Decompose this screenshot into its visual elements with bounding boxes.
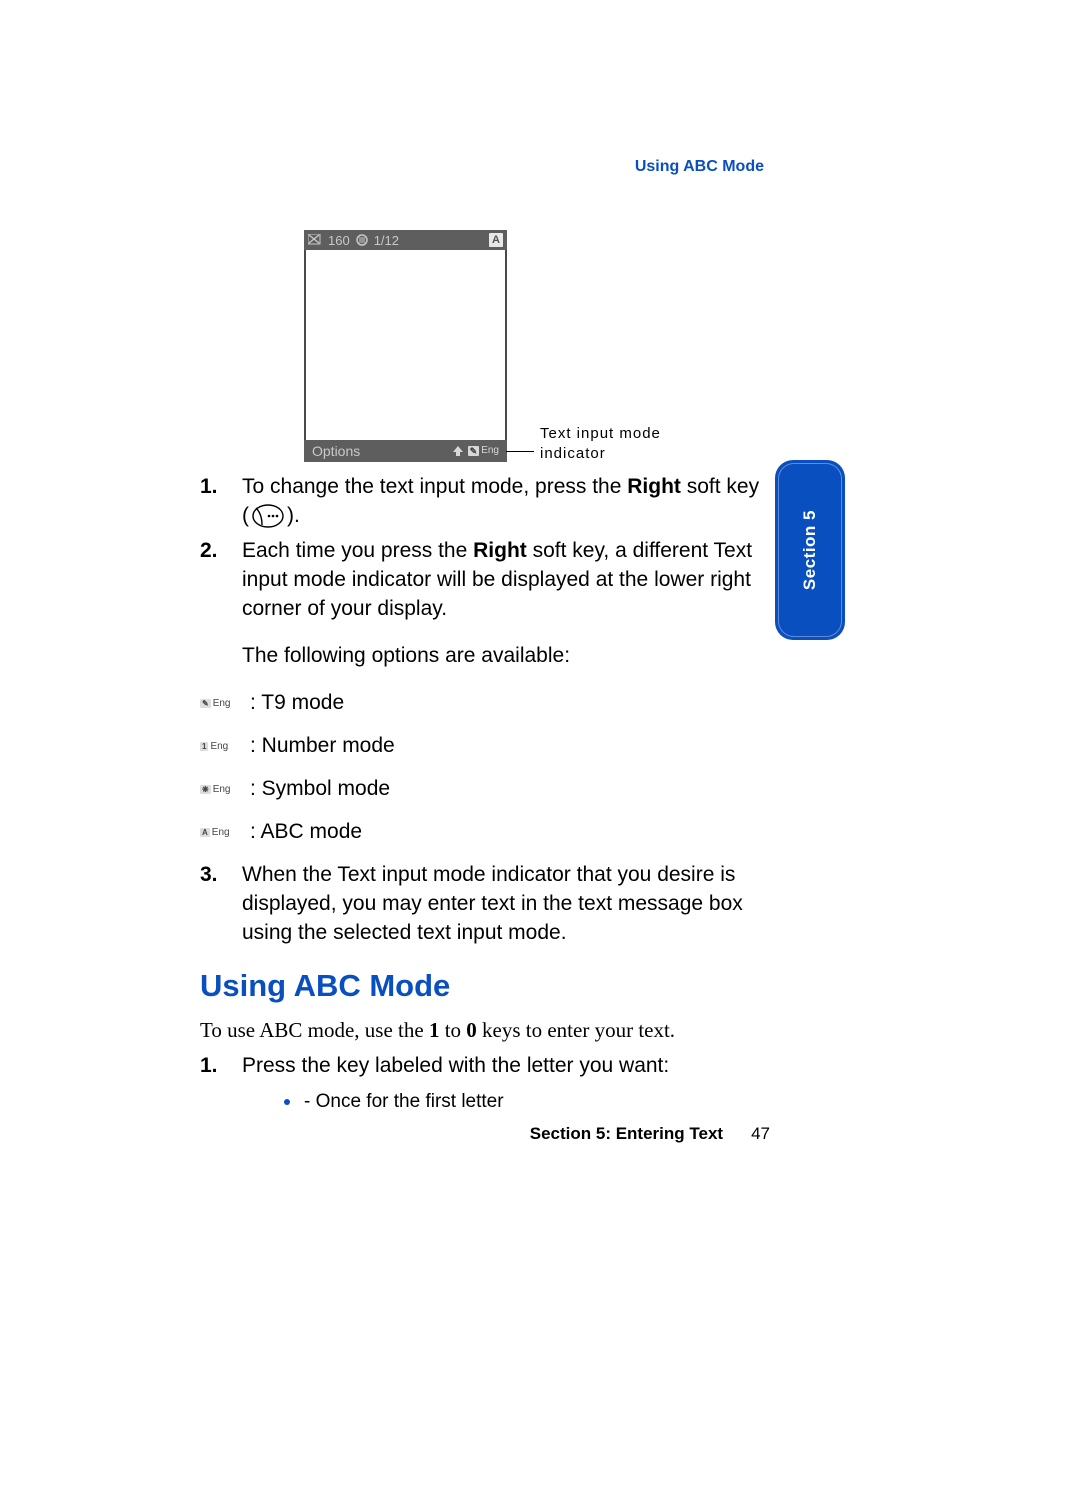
footer-section-label: Section 5: Entering Text — [530, 1124, 723, 1143]
body-column-2: 1. Press the key labeled with the letter… — [200, 1052, 770, 1115]
step-2: 2. Each time you press the Right soft ke… — [200, 537, 770, 624]
heading-using-abc-mode: Using ABC Mode — [200, 968, 450, 1004]
mode-abc: AEng : ABC mode — [200, 818, 770, 847]
document-page: Using ABC Mode 160 1/12 A Options — [0, 0, 1080, 1492]
phone-status-bar: 160 1/12 A — [304, 230, 507, 250]
step-1: 1. To change the text input mode, press … — [200, 473, 770, 531]
no-signal-icon — [308, 234, 322, 246]
mode-symbol: ❋Eng : Symbol mode — [200, 775, 770, 804]
char-count: 160 — [328, 233, 350, 248]
mode-indicator-icon: ✎Eng — [468, 446, 499, 456]
body-column: 1. To change the text input mode, press … — [200, 473, 770, 954]
phone-softkey-bar: Options ✎Eng — [304, 440, 507, 462]
footer-page-number: 47 — [751, 1124, 770, 1143]
step-3: 3. When the Text input mode indicator th… — [200, 861, 770, 948]
modes-list: ✎Eng : T9 mode 1Eng : Number mode ❋Eng :… — [200, 689, 770, 847]
leader-line — [506, 451, 534, 452]
options-available-text: The following options are available: — [242, 642, 770, 671]
mode-letter-icon: A — [489, 233, 503, 247]
abc-step-1: 1. Press the key labeled with the letter… — [200, 1052, 770, 1081]
phone-screenshot: 160 1/12 A Options ✎Eng — [304, 230, 507, 462]
bullet-once: - Once for the first letter — [284, 1089, 770, 1115]
page-count: 1/12 — [374, 233, 399, 248]
section-tab: Section 5 — [775, 460, 845, 640]
phone-text-area — [304, 250, 507, 440]
softkey-right-icon — [251, 503, 285, 529]
mode-number: 1Eng : Number mode — [200, 732, 770, 761]
shift-icon — [452, 445, 464, 457]
page-footer: Section 5: Entering Text 47 — [200, 1124, 770, 1144]
softkey-left-label: Options — [312, 443, 360, 459]
annotation-text: Text input mode indicator — [540, 424, 661, 465]
abc-intro-text: To use ABC mode, use the 1 to 0 keys to … — [200, 1016, 790, 1045]
bullet-dot-icon — [284, 1099, 290, 1105]
mode-t9: ✎Eng : T9 mode — [200, 689, 770, 718]
running-header: Using ABC Mode — [635, 158, 764, 176]
page-circle-icon — [356, 234, 368, 246]
